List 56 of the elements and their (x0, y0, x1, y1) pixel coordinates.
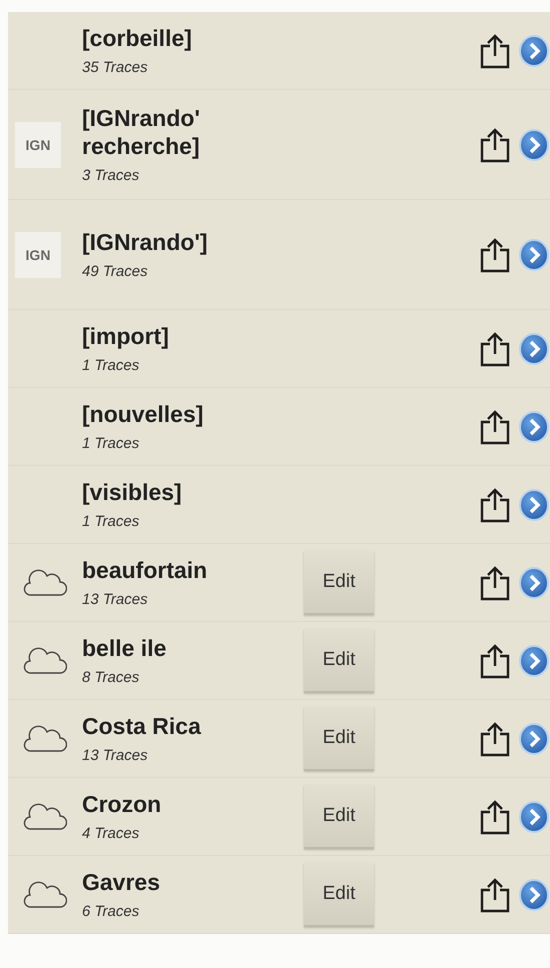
trace-count: 3 Traces (82, 166, 140, 184)
chevron-right-icon[interactable] (518, 128, 550, 162)
trace-count: 4 Traces (82, 824, 140, 842)
logo: IGN (15, 232, 61, 278)
trace-count: 49 Traces (82, 262, 149, 280)
trace-count: 1 Traces (82, 356, 140, 374)
share-icon[interactable] (478, 236, 512, 272)
share-icon[interactable] (478, 798, 512, 834)
folder-name: [corbeille] (82, 25, 193, 53)
edit-button[interactable]: Edit (304, 706, 374, 770)
share-icon[interactable] (478, 876, 512, 912)
folder-name: Gavres (82, 869, 162, 897)
chevron-right-icon[interactable] (518, 410, 550, 444)
share-icon[interactable] (478, 126, 512, 162)
folder-name: [IGNrando' recherche] (82, 105, 201, 161)
folder-name: Costa Rica (82, 713, 202, 741)
trace-count: 13 Traces (82, 746, 149, 764)
chevron-right-icon[interactable] (518, 332, 550, 366)
trace-count: 8 Traces (82, 668, 140, 686)
logo: IGN (15, 122, 61, 168)
folder-name: [import] (82, 323, 170, 351)
folder-name: [IGNrando'] (82, 229, 209, 257)
folder-name: [nouvelles] (82, 401, 204, 429)
edit-button[interactable]: Edit (304, 628, 374, 692)
share-icon[interactable] (478, 408, 512, 444)
share-icon[interactable] (478, 330, 512, 366)
edit-button[interactable]: Edit (304, 862, 374, 926)
chevron-right-icon[interactable] (518, 238, 550, 272)
folder-name: beaufortain (82, 557, 208, 585)
chevron-right-icon[interactable] (518, 566, 550, 600)
cloud-icon (23, 880, 67, 908)
share-icon[interactable] (478, 486, 512, 522)
edit-button[interactable]: Edit (304, 784, 374, 848)
trace-count: 1 Traces (82, 434, 140, 452)
cloud-icon (23, 724, 67, 752)
share-icon[interactable] (478, 720, 512, 756)
cloud-icon (23, 568, 67, 596)
cloud-icon (23, 646, 67, 674)
folder-name: [visibles] (82, 479, 183, 507)
chevron-right-icon[interactable] (518, 488, 550, 522)
chevron-right-icon[interactable] (518, 878, 550, 912)
trace-count: 35 Traces (82, 58, 149, 76)
share-icon[interactable] (478, 564, 512, 600)
edit-button[interactable]: Edit (304, 550, 374, 614)
chevron-right-icon[interactable] (518, 644, 550, 678)
folder-name: belle ile (82, 635, 168, 663)
cloud-icon (23, 802, 67, 830)
trace-count: 1 Traces (82, 512, 140, 530)
trace-count: 13 Traces (82, 590, 149, 608)
share-icon[interactable] (478, 642, 512, 678)
share-icon[interactable] (478, 32, 512, 68)
chevron-right-icon[interactable] (518, 34, 550, 68)
chevron-right-icon[interactable] (518, 800, 550, 834)
chevron-right-icon[interactable] (518, 722, 550, 756)
folder-name: Crozon (82, 791, 162, 819)
trace-count: 6 Traces (82, 902, 140, 920)
